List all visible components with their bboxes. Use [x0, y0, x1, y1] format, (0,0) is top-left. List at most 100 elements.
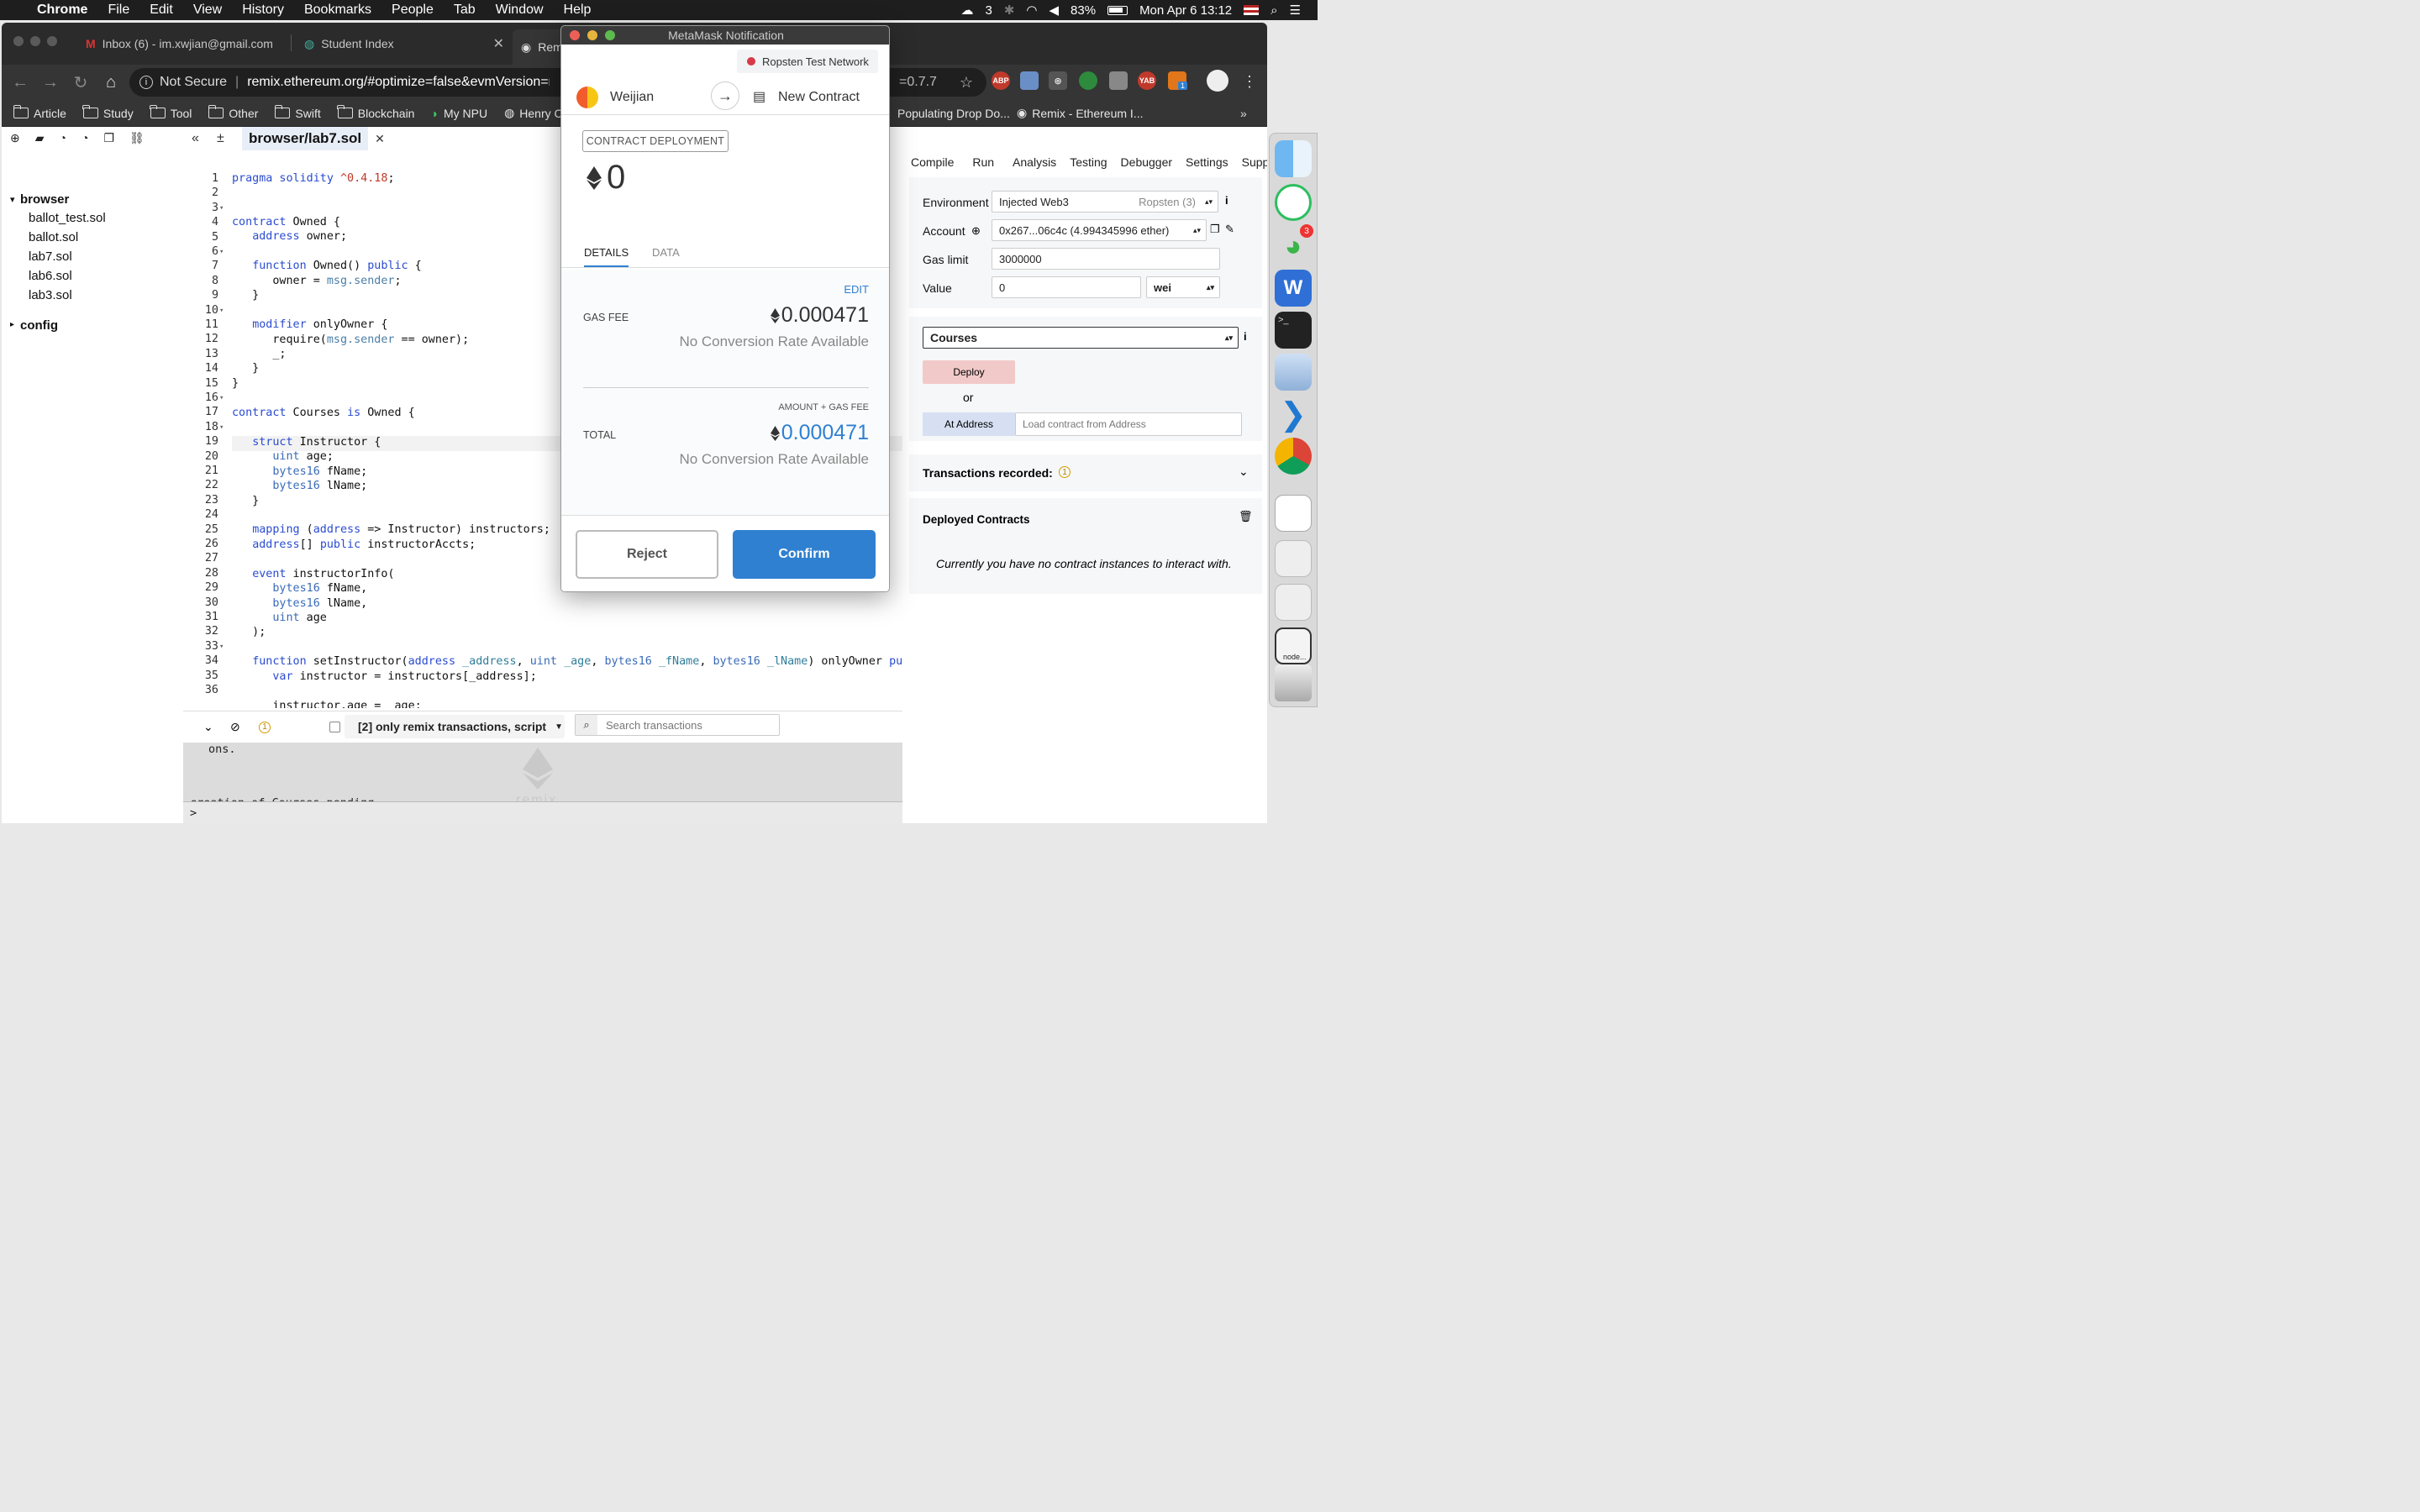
- menu-window[interactable]: Window: [486, 3, 554, 18]
- tree-root-browser[interactable]: browser: [20, 192, 69, 207]
- close-button[interactable]: [570, 30, 580, 40]
- menu-view[interactable]: View: [183, 3, 232, 18]
- wechat-status-icon[interactable]: ☁: [960, 3, 973, 18]
- cube-extension-icon[interactable]: [1109, 71, 1128, 90]
- gist-icon[interactable]: ◔: [82, 131, 88, 144]
- copy-address-icon[interactable]: ❐: [1210, 223, 1220, 236]
- tab-gmail[interactable]: M Inbox (6) - im.xwjian@gmail.com: [77, 29, 289, 58]
- tab-close-icon[interactable]: ✕: [493, 35, 504, 52]
- account-select[interactable]: 0x267...06c4c (4.994345996 ether) ▴▾: [992, 219, 1207, 241]
- tab-run[interactable]: Run: [960, 155, 1006, 169]
- forward-button[interactable]: →: [35, 73, 66, 92]
- file-item[interactable]: lab7.sol: [29, 249, 72, 264]
- copy-icon[interactable]: ❐: [103, 131, 114, 145]
- value-unit-select[interactable]: wei ▴▾: [1146, 276, 1220, 298]
- vscode-icon[interactable]: ❯: [1275, 396, 1312, 433]
- file-item[interactable]: lab3.sol: [29, 288, 72, 302]
- bluetooth-icon[interactable]: ✱: [1004, 3, 1015, 18]
- sign-message-icon[interactable]: ✎: [1225, 223, 1234, 236]
- editor-tab-lab7[interactable]: browser/lab7.sol: [242, 127, 369, 150]
- bookmark-star-icon[interactable]: ☆: [960, 74, 973, 92]
- editor-tab-close-icon[interactable]: ✕: [375, 132, 385, 146]
- terminal-icon[interactable]: >_: [1275, 312, 1312, 349]
- listen-network-checkbox[interactable]: [329, 722, 340, 732]
- collapse-left-icon[interactable]: «: [192, 131, 199, 146]
- trash-icon[interactable]: 🗑: [1239, 510, 1253, 523]
- load-contract-address-input[interactable]: Load contract from Address: [1015, 412, 1242, 436]
- bookmark-populating-drop[interactable]: Populating Drop Do...: [889, 107, 1018, 120]
- profile-avatar[interactable]: [1207, 70, 1228, 92]
- menu-file[interactable]: File: [97, 3, 139, 18]
- yab-extension-icon[interactable]: YAB: [1138, 71, 1156, 90]
- fold-caret-icon[interactable]: ▾: [219, 394, 224, 402]
- value-input[interactable]: 0: [992, 276, 1141, 298]
- reload-button[interactable]: ↻: [66, 72, 96, 93]
- menu-bookmarks[interactable]: Bookmarks: [294, 3, 381, 18]
- info-icon[interactable]: i: [1225, 194, 1228, 207]
- github-icon[interactable]: ◔: [60, 131, 66, 144]
- menu-help[interactable]: Help: [554, 3, 602, 18]
- bookmark-blockchain[interactable]: Blockchain: [329, 105, 424, 120]
- menu-history[interactable]: History: [232, 3, 294, 18]
- environment-select[interactable]: Injected Web3 Ropsten (3) ▴▾: [992, 191, 1218, 213]
- gas-limit-input[interactable]: 3000000: [992, 248, 1220, 270]
- create-file-icon[interactable]: ⊕: [10, 131, 20, 145]
- wps-icon[interactable]: W: [1275, 270, 1312, 307]
- contract-select[interactable]: Courses ▴▾: [923, 327, 1239, 349]
- fold-caret-icon[interactable]: ▾: [219, 204, 224, 213]
- bookmark-tool[interactable]: Tool: [142, 105, 201, 120]
- file-item[interactable]: ballot.sol: [29, 230, 78, 244]
- zoom-button[interactable]: [605, 30, 615, 40]
- clock[interactable]: Mon Apr 6 13:12: [1139, 3, 1232, 18]
- tab-remix[interactable]: ◉ Remi: [513, 29, 563, 65]
- fold-caret-icon[interactable]: ▾: [219, 248, 224, 256]
- window-preview-icon[interactable]: [1275, 540, 1312, 577]
- fold-caret-icon[interactable]: ▾: [219, 423, 224, 432]
- us-flag-icon[interactable]: [1244, 5, 1260, 15]
- site-info-icon[interactable]: i: [139, 76, 153, 89]
- clear-console-icon[interactable]: ⊘: [230, 720, 240, 734]
- battery-icon[interactable]: [1107, 5, 1128, 15]
- notification-center-icon[interactable]: ☰: [1290, 3, 1301, 18]
- back-button[interactable]: ←: [5, 73, 35, 92]
- confirm-button[interactable]: Confirm: [733, 530, 876, 579]
- info-icon[interactable]: i: [1244, 330, 1247, 343]
- terminal-output[interactable]: ons. remix creation of Courses pending..…: [183, 743, 902, 823]
- tab-details[interactable]: DETAILS: [584, 246, 629, 267]
- chrome-menu-icon[interactable]: ⋮: [1242, 73, 1257, 91]
- file-item[interactable]: lab6.sol: [29, 269, 72, 283]
- search-transactions-input[interactable]: ⌕ Search transactions: [575, 714, 780, 736]
- wifi-icon[interactable]: ◠: [1026, 3, 1037, 18]
- bookmark-other[interactable]: Other: [200, 105, 266, 120]
- edit-gas-link[interactable]: EDIT: [844, 283, 869, 296]
- adblock-plus-icon[interactable]: ABP: [992, 71, 1010, 90]
- window-zoom-button[interactable]: [47, 36, 57, 46]
- minimize-button[interactable]: [587, 30, 597, 40]
- tab-compile[interactable]: Compile: [904, 155, 960, 169]
- open-folder-icon[interactable]: ▰: [35, 131, 45, 145]
- menu-people[interactable]: People: [381, 3, 444, 18]
- deploy-button[interactable]: Deploy: [923, 360, 1015, 384]
- transactions-recorded-card[interactable]: Transactions recorded: 1 ⌄: [909, 454, 1262, 491]
- reject-button[interactable]: Reject: [576, 530, 718, 579]
- file-item[interactable]: ballot_test.sol: [29, 211, 106, 225]
- bookmark-swift[interactable]: Swift: [266, 105, 329, 120]
- fold-caret-icon[interactable]: ▾: [219, 643, 224, 651]
- bookmark-remix[interactable]: ◉ Remix - Ethereum I...: [1008, 106, 1151, 120]
- add-account-icon[interactable]: ⊕: [971, 224, 981, 238]
- tab-settings[interactable]: Settings: [1179, 155, 1235, 169]
- window-minimize-button[interactable]: [30, 36, 40, 46]
- window-preview-icon[interactable]: [1275, 584, 1312, 621]
- tab-debugger[interactable]: Debugger: [1114, 155, 1180, 169]
- menu-tab[interactable]: Tab: [444, 3, 486, 18]
- network-indicator[interactable]: Ropsten Test Network: [737, 50, 878, 73]
- terminal-prompt[interactable]: >: [183, 801, 902, 823]
- collapse-terminal-icon[interactable]: ⌄: [203, 720, 213, 734]
- menu-app-name[interactable]: Chrome: [27, 3, 97, 18]
- cube-app-icon[interactable]: [1275, 354, 1312, 391]
- tab-data[interactable]: DATA: [652, 246, 680, 259]
- home-button[interactable]: ⌂: [96, 73, 126, 92]
- bookmark-my-npu[interactable]: ◗ My NPU: [423, 107, 496, 120]
- caret-down-icon[interactable]: ▾: [10, 194, 15, 205]
- bookmark-article[interactable]: Article: [5, 105, 75, 120]
